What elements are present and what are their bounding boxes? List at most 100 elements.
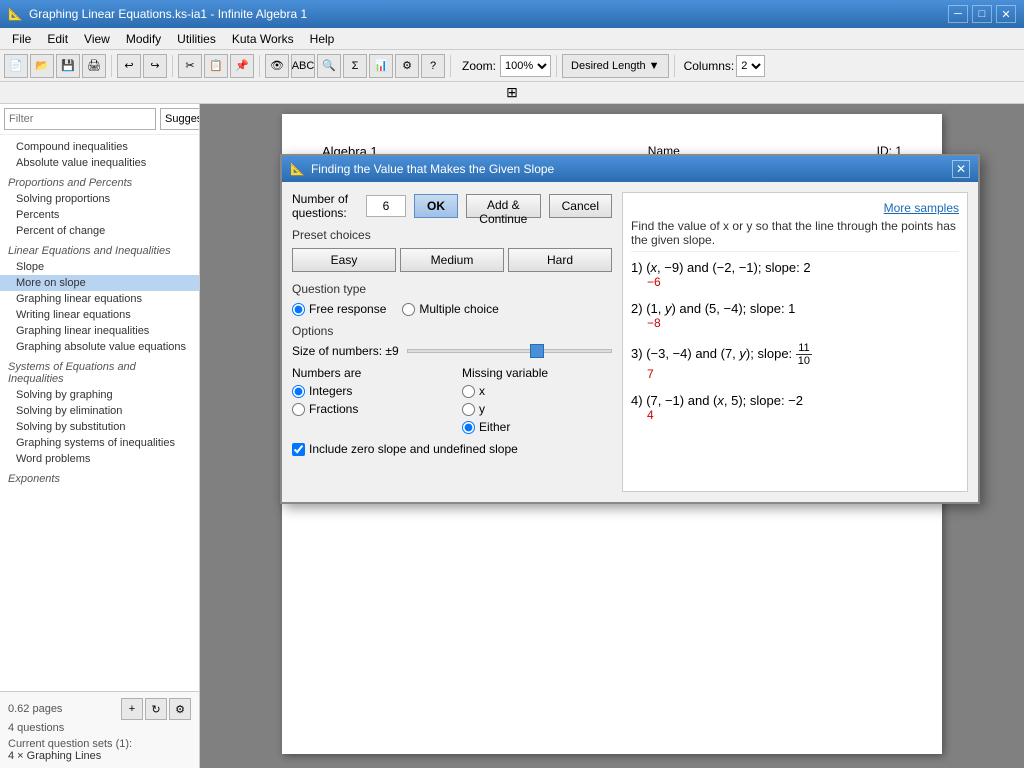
sidebar-item-solving-elimination[interactable]: Solving by elimination	[0, 403, 199, 419]
menu-view[interactable]: View	[76, 30, 118, 48]
sidebar-item-graphing-abs[interactable]: Graphing absolute value equations	[0, 339, 199, 355]
var-y-option[interactable]: y	[462, 402, 612, 416]
var-x-option[interactable]: x	[462, 384, 612, 398]
toolbar-settings[interactable]: ⚙	[395, 54, 419, 78]
sidebar-cat-exponents: Exponents	[0, 467, 199, 487]
sidebar: Suggested Order Compound inequalities Ab…	[0, 104, 200, 768]
title-bar-text: Graphing Linear Equations.ks-ia1 - Infin…	[29, 7, 307, 21]
sidebar-item-graphing-linear[interactable]: Graphing linear equations	[0, 291, 199, 307]
toolbar-copy[interactable]: 📋	[204, 54, 228, 78]
title-bar: 📐 Graphing Linear Equations.ks-ia1 - Inf…	[0, 0, 1024, 28]
multiple-choice-option[interactable]: Multiple choice	[402, 302, 498, 316]
toolbar-redo[interactable]: ↪	[143, 54, 167, 78]
fractions-option[interactable]: Fractions	[292, 402, 442, 416]
preset-row: Easy Medium Hard	[292, 248, 612, 272]
sidebar-item-absolute[interactable]: Absolute value inequalities	[0, 155, 199, 171]
menu-utilities[interactable]: Utilities	[169, 30, 224, 48]
preset-choices-label: Preset choices	[292, 228, 612, 242]
toolbar-new[interactable]: 📄	[4, 54, 28, 78]
sample-2-problem: (1, y) and (5, −4); slope: 1	[646, 301, 795, 316]
toolbar-cut[interactable]: ✂	[178, 54, 202, 78]
sidebar-cat-proportions: Proportions and Percents	[0, 171, 199, 191]
sidebar-item-slope[interactable]: Slope	[0, 259, 199, 275]
include-zero-slope-label: Include zero slope and undefined slope	[309, 442, 518, 456]
dialog-close-button[interactable]: ✕	[952, 160, 970, 178]
toolbar-spell[interactable]: ABC	[291, 54, 315, 78]
hard-button[interactable]: Hard	[508, 248, 612, 272]
dialog-body: Number of questions: OK Add & Continue C…	[282, 182, 978, 502]
sidebar-item-graphing-inequalities[interactable]: Graphing linear inequalities	[0, 323, 199, 339]
sidebar-item-solving-graphing[interactable]: Solving by graphing	[0, 387, 199, 403]
sidebar-item-solving-substitution[interactable]: Solving by substitution	[0, 419, 199, 435]
sidebar-item-percents[interactable]: Percents	[0, 207, 199, 223]
missing-variable-label: Missing variable	[462, 366, 612, 380]
include-zero-slope-option[interactable]: Include zero slope and undefined slope	[292, 442, 612, 456]
dialog-left-panel: Number of questions: OK Add & Continue C…	[292, 192, 612, 492]
question-type-group: Free response Multiple choice	[292, 302, 612, 316]
options-section: Options Size of numbers: ±9 Numbers are	[292, 324, 612, 456]
current-sets-label: Current question sets (1):	[8, 738, 191, 750]
toolbar-insert[interactable]: Σ	[343, 54, 367, 78]
missing-col: Missing variable x y	[462, 366, 612, 434]
menu-modify[interactable]: Modify	[118, 30, 169, 48]
toolbar-print[interactable]: 🖨	[82, 54, 106, 78]
medium-button[interactable]: Medium	[400, 248, 504, 272]
columns-label: Columns:	[684, 59, 735, 73]
breadcrumb-icon: ⊞	[506, 84, 518, 101]
sidebar-cat-linear: Linear Equations and Inequalities	[0, 239, 199, 259]
columns-select[interactable]: 2	[736, 55, 765, 77]
sidebar-item-writing-linear[interactable]: Writing linear equations	[0, 307, 199, 323]
size-slider-thumb[interactable]	[530, 344, 544, 358]
toolbar-find[interactable]: 🔍	[317, 54, 341, 78]
easy-button[interactable]: Easy	[292, 248, 396, 272]
numbers-col: Numbers are Integers Fractions	[292, 366, 442, 434]
menu-file[interactable]: File	[4, 30, 39, 48]
sidebar-item-percent-change[interactable]: Percent of change	[0, 223, 199, 239]
sidebar-item-more-slope[interactable]: More on slope	[0, 275, 199, 291]
filter-input[interactable]	[4, 108, 156, 130]
menu-edit[interactable]: Edit	[39, 30, 76, 48]
toolbar-undo[interactable]: ↩	[117, 54, 141, 78]
desired-length-button[interactable]: Desired Length ▼	[562, 54, 669, 78]
sample-2-answer: −8	[647, 316, 959, 330]
cancel-button[interactable]: Cancel	[549, 194, 612, 218]
maximize-button[interactable]: □	[972, 5, 992, 23]
toolbar-open[interactable]: 📂	[30, 54, 54, 78]
menu-kuta-works[interactable]: Kuta Works	[224, 30, 302, 48]
sample-problem-2: 2) (1, y) and (5, −4); slope: 1 −8	[631, 301, 959, 330]
content-area: Algebra 1 Name__________________________…	[200, 104, 1024, 768]
toolbar-graph[interactable]: 📊	[369, 54, 393, 78]
sample-1-problem: (x, −9) and (−2, −1); slope: 2	[646, 260, 810, 275]
config-btn[interactable]: ⚙	[169, 698, 191, 720]
sidebar-item-word-problems[interactable]: Word problems	[0, 451, 199, 467]
ok-button[interactable]: OK	[414, 194, 458, 218]
sample-3-answer: 7	[647, 367, 959, 381]
num-questions-input[interactable]	[366, 195, 406, 217]
sidebar-item-compound[interactable]: Compound inequalities	[0, 139, 199, 155]
numbers-missing-row: Numbers are Integers Fractions	[292, 366, 612, 434]
toolbar-preview[interactable]: 👁	[265, 54, 289, 78]
question-type-label: Question type	[292, 282, 612, 296]
zoom-select[interactable]: 100%	[500, 55, 551, 77]
var-either-option[interactable]: Either	[462, 420, 612, 434]
free-response-option[interactable]: Free response	[292, 302, 386, 316]
sidebar-item-graphing-systems[interactable]: Graphing systems of inequalities	[0, 435, 199, 451]
toolbar-zoom-group: Zoom: 100%	[462, 55, 551, 77]
minimize-button[interactable]: ─	[948, 5, 968, 23]
sidebar-item-solving-proportions[interactable]: Solving proportions	[0, 191, 199, 207]
toolbar-save[interactable]: 💾	[56, 54, 80, 78]
toolbar-paste[interactable]: 📌	[230, 54, 254, 78]
add-btn[interactable]: +	[121, 698, 143, 720]
toolbar-help[interactable]: ?	[421, 54, 445, 78]
menu-help[interactable]: Help	[302, 30, 343, 48]
order-select[interactable]: Suggested Order	[160, 108, 200, 130]
close-button[interactable]: ✕	[996, 5, 1016, 23]
add-continue-button[interactable]: Add & Continue	[466, 194, 541, 218]
refresh-btn[interactable]: ↻	[145, 698, 167, 720]
numbers-are-label: Numbers are	[292, 366, 442, 380]
main-layout: Suggested Order Compound inequalities Ab…	[0, 104, 1024, 768]
num-questions-row: Number of questions: OK Add & Continue C…	[292, 192, 612, 220]
integers-option[interactable]: Integers	[292, 384, 442, 398]
more-samples-link[interactable]: More samples	[631, 201, 959, 215]
sidebar-cat-systems: Systems of Equations and Inequalities	[0, 355, 199, 387]
